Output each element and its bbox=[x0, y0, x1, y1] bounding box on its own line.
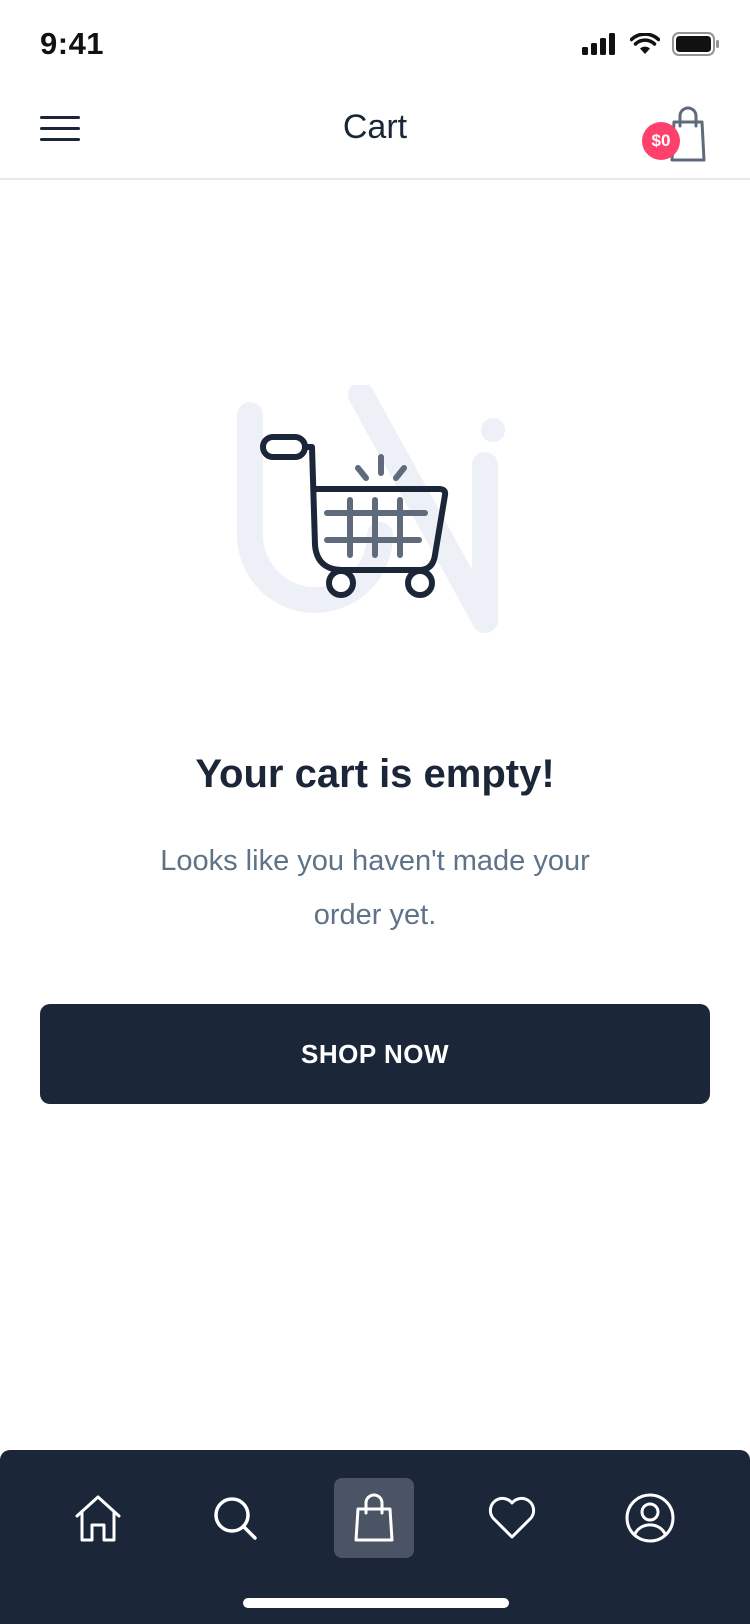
heart-icon bbox=[488, 1496, 536, 1539]
status-bar: 9:41 bbox=[0, 0, 750, 90]
cart-screen: 9:41 Cart $0 Your cart is empty! Looks l… bbox=[0, 0, 750, 1624]
empty-cart-illustration bbox=[235, 382, 515, 650]
signal-icon bbox=[582, 33, 615, 55]
nav-cart[interactable] bbox=[334, 1478, 414, 1558]
watermark-logo bbox=[237, 382, 498, 633]
user-icon bbox=[625, 1493, 675, 1543]
shopping-bag-icon bbox=[354, 1493, 394, 1542]
shop-now-button[interactable]: SHOP NOW bbox=[40, 1004, 710, 1104]
nav-search[interactable] bbox=[195, 1478, 275, 1558]
nav-wishlist[interactable] bbox=[472, 1478, 552, 1558]
search-icon bbox=[214, 1497, 257, 1540]
cart-total-badge: $0 bbox=[642, 122, 680, 160]
nav-profile[interactable] bbox=[610, 1478, 690, 1558]
battery-icon bbox=[672, 32, 719, 56]
status-time: 9:41 bbox=[40, 26, 105, 61]
cart-button[interactable]: $0 bbox=[642, 104, 708, 164]
wifi-icon bbox=[630, 33, 660, 54]
page-title: Cart bbox=[342, 108, 408, 146]
app-header: Cart $0 bbox=[0, 90, 750, 180]
home-icon bbox=[75, 1495, 121, 1542]
bottom-navigation bbox=[0, 1450, 750, 1624]
status-icons bbox=[582, 32, 720, 56]
empty-cart-message: Looks like you haven't made your order y… bbox=[160, 845, 590, 931]
nav-home[interactable] bbox=[58, 1478, 138, 1558]
home-indicator bbox=[243, 1598, 509, 1608]
empty-cart-title: Your cart is empty! bbox=[195, 752, 555, 796]
